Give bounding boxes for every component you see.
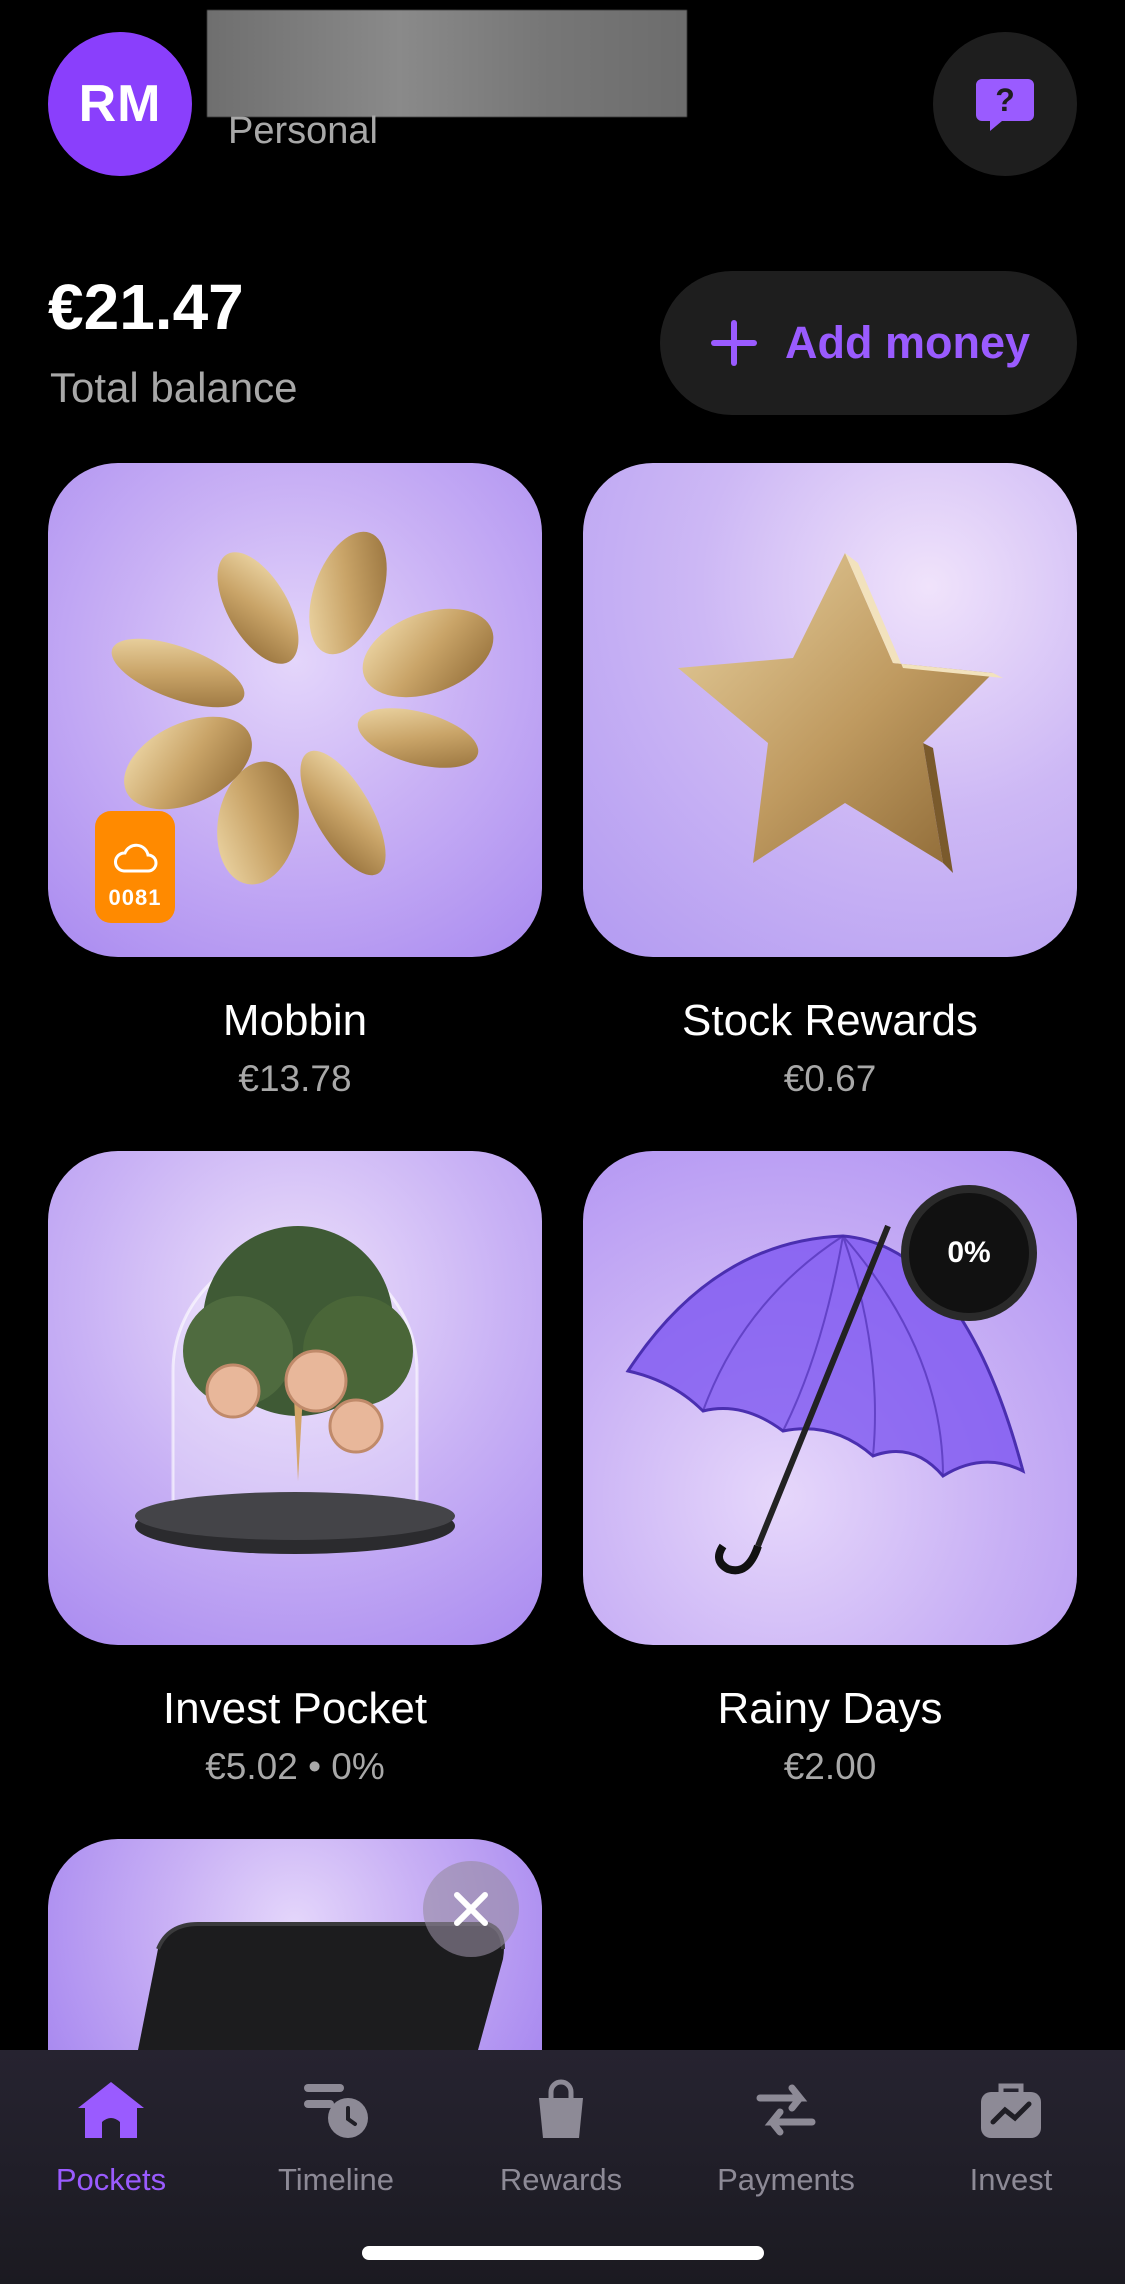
pocket-badge-label: 0081	[108, 885, 162, 910]
bag-icon	[539, 2079, 583, 2138]
tab-label: Pockets	[55, 2162, 167, 2197]
pocket-badge: 0081	[95, 811, 175, 923]
plus-icon	[710, 320, 757, 366]
avatar[interactable]: RM	[48, 32, 192, 176]
briefcase-icon	[981, 2083, 1041, 2138]
tab-invest[interactable]: Invest	[911, 2070, 1111, 2198]
add-money-label: Add money	[784, 317, 1031, 368]
star-illustration	[678, 553, 1003, 873]
savings-progress-ring: 0%	[901, 1185, 1037, 1321]
pocket-amount: €5.02 • 0%	[205, 1746, 385, 1787]
timeline-icon	[304, 2084, 368, 2138]
pocket-name: Mobbin	[222, 996, 368, 1045]
question-chat-icon: ?	[976, 79, 1034, 131]
tab-rewards[interactable]: Rewards	[461, 2070, 661, 2198]
tab-label: Payments	[717, 2162, 855, 2197]
pocket-card-invest-pocket[interactable]	[48, 1151, 542, 1645]
home-icon	[78, 2082, 144, 2138]
total-balance-label: Total balance	[50, 364, 298, 411]
add-money-button[interactable]: Add money	[660, 271, 1077, 415]
account-name-redacted	[207, 10, 687, 117]
tab-pockets[interactable]: Pockets	[11, 2070, 211, 2198]
pocket-card-stock-rewards[interactable]	[583, 463, 1077, 957]
transfer-icon	[756, 2084, 816, 2136]
tab-label: Rewards	[499, 2162, 623, 2197]
pocket-amount: €0.67	[783, 1058, 877, 1099]
svg-text:?: ?	[995, 82, 1015, 118]
tab-payments[interactable]: Payments	[686, 2070, 886, 2198]
tab-timeline[interactable]: Timeline	[236, 2070, 436, 2198]
total-balance-amount: €21.47	[48, 271, 244, 343]
help-button[interactable]: ?	[933, 32, 1077, 176]
pocket-name: Stock Rewards	[682, 996, 978, 1045]
money-tree-illustration	[135, 1226, 455, 1554]
close-icon	[454, 1892, 488, 1926]
tab-label: Invest	[969, 2162, 1053, 2197]
cloud-icon	[114, 843, 158, 873]
pocket-card-mobbin[interactable]: 0081	[48, 463, 542, 957]
home-indicator[interactable]	[362, 2246, 764, 2260]
dismiss-button[interactable]	[423, 1861, 519, 1957]
pocket-amount: €2.00	[783, 1746, 877, 1787]
tab-label: Timeline	[278, 2162, 394, 2197]
pocket-card-rainy-days[interactable]: 0%	[583, 1151, 1077, 1645]
pocket-card-partial[interactable]	[48, 1839, 542, 2050]
pocket-name: Invest Pocket	[162, 1684, 428, 1733]
account-type-label: Personal	[228, 110, 378, 152]
pocket-name: Rainy Days	[717, 1684, 943, 1733]
pocket-amount: €13.78	[238, 1058, 352, 1099]
